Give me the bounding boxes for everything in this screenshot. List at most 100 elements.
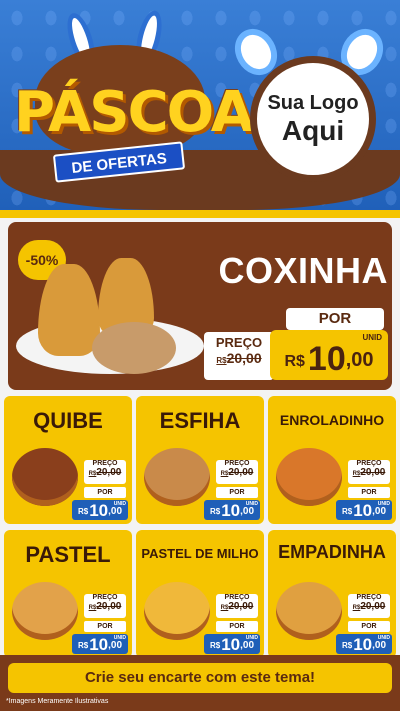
por-label: POR xyxy=(348,487,390,498)
price-cents: ,00 xyxy=(108,640,123,651)
por-label: POR xyxy=(84,621,126,632)
old-price: R$20,00 xyxy=(84,467,126,478)
food-image xyxy=(144,448,210,506)
currency: R$ xyxy=(209,641,221,650)
featured-product[interactable]: -50% COXINHA PREÇO R$20,00 POR UNID R$ 1… xyxy=(8,222,392,390)
new-price: UNID R$ 10,00 xyxy=(204,634,260,654)
card-title: QUIBE xyxy=(33,408,103,433)
card-title: ENROLADINHO xyxy=(279,412,385,428)
old-price-tag: PREÇO R$20,00 xyxy=(84,460,126,484)
unit-label: UNID xyxy=(245,635,258,641)
unit-label: UNID xyxy=(245,501,258,507)
preco-label: PREÇO xyxy=(356,594,382,601)
price-cents: ,00 xyxy=(372,640,387,651)
header-banner: PÁSCOA DE OFERTAS Sua Logo Aqui xyxy=(0,0,400,218)
old-price-tag: PREÇO R$20,00 xyxy=(348,594,390,618)
preco-label: PREÇO xyxy=(224,460,250,467)
price-integer: 10 xyxy=(353,501,373,520)
new-price: UNID R$ 10,00 xyxy=(72,634,128,654)
por-label: POR xyxy=(286,308,384,330)
price-integer: 10 xyxy=(353,635,373,654)
price-integer: 10 xyxy=(89,501,109,520)
currency: R$ xyxy=(341,641,353,650)
logo-line-1: Sua Logo xyxy=(267,91,359,114)
price-integer: 10 xyxy=(221,635,241,654)
food-image xyxy=(12,448,78,506)
old-price-value: 20,00 xyxy=(96,601,122,612)
price-cents: ,00 xyxy=(372,506,387,517)
price-integer: 10 xyxy=(307,340,346,378)
price-integer: 10 xyxy=(221,501,241,520)
new-price: UNID R$ 10,00 xyxy=(336,634,392,654)
price-cents: ,00 xyxy=(240,640,255,651)
new-price: UNID R$ 10,00 xyxy=(72,500,128,520)
preco-label: PREÇO xyxy=(224,594,250,601)
unit-label: UNID xyxy=(377,501,390,507)
preco-label: PREÇO xyxy=(356,460,382,467)
unit-label: UNID xyxy=(113,635,126,641)
product-card[interactable]: PASTEL PREÇO R$20,00 POR UNID R$ 10,00 xyxy=(4,530,132,658)
old-price-value: 20,00 xyxy=(228,601,254,612)
old-price: R$20,00 xyxy=(348,601,390,612)
card-title: ESFIHA xyxy=(159,408,241,433)
por-label: POR xyxy=(348,621,390,632)
currency: R$ xyxy=(341,507,353,516)
product-card[interactable]: EMPADINHA PREÇO R$20,00 POR UNID R$ 10,00 xyxy=(268,530,396,658)
old-price: R$20,00 xyxy=(204,350,274,366)
price-cents: ,00 xyxy=(240,506,255,517)
unit-label: UNID xyxy=(113,501,126,507)
por-label: POR xyxy=(216,621,258,632)
disclaimer: *Imagens Meramente Ilustrativas xyxy=(6,698,109,705)
preco-label: PREÇO xyxy=(92,460,118,467)
coxinha-cut-image xyxy=(92,322,176,374)
product-card[interactable]: QUIBE PREÇO R$20,00 POR UNID R$ 10,00 xyxy=(4,396,132,524)
currency: R$ xyxy=(77,507,89,516)
price-integer: 10 xyxy=(89,635,109,654)
old-price-tag: PREÇO R$20,00 xyxy=(348,460,390,484)
currency: R$ xyxy=(77,641,89,650)
logo-line-2: Aqui xyxy=(281,114,345,146)
yellow-divider xyxy=(0,210,400,218)
old-price-value: 20,00 xyxy=(360,601,386,612)
food-image xyxy=(276,448,342,506)
card-title: PASTEL xyxy=(25,542,111,567)
old-price: R$20,00 xyxy=(84,601,126,612)
price-cents: ,00 xyxy=(345,349,374,371)
new-price: UNID R$ 10,00 xyxy=(204,500,260,520)
currency: R$ xyxy=(209,507,221,516)
product-card[interactable]: ESFIHA PREÇO R$20,00 POR UNID R$ 10,00 xyxy=(136,396,264,524)
old-price-value: 20,00 xyxy=(96,467,122,478)
old-price: R$20,00 xyxy=(216,601,258,612)
preco-label: PREÇO xyxy=(92,594,118,601)
new-price: UNID R$ 10,00 xyxy=(336,500,392,520)
por-label: POR xyxy=(216,487,258,498)
coxinha-image xyxy=(38,264,100,356)
old-currency: R$ xyxy=(216,356,227,365)
old-price-tag: PREÇO R$20,00 xyxy=(84,594,126,618)
product-title: COXINHA xyxy=(218,250,388,291)
old-price: R$20,00 xyxy=(348,467,390,478)
product-card[interactable]: ENROLADINHO PREÇO R$20,00 POR UNID R$ 10,00 xyxy=(268,396,396,524)
new-price: UNID R$ 10 ,00 xyxy=(270,330,388,380)
preco-label: PREÇO xyxy=(215,335,263,350)
currency: R$ xyxy=(284,353,305,370)
food-image xyxy=(144,582,210,640)
old-price-value: 20,00 xyxy=(360,467,386,478)
food-image xyxy=(276,582,342,640)
food-image xyxy=(12,582,78,640)
card-title: PASTEL DE MILHO xyxy=(141,546,259,561)
old-price-value: 20,00 xyxy=(228,467,254,478)
old-price-tag: PREÇO R$20,00 xyxy=(216,594,258,618)
price-cents: ,00 xyxy=(108,506,123,517)
old-price-value: 20,00 xyxy=(226,350,262,366)
old-price: R$20,00 xyxy=(216,467,258,478)
product-card[interactable]: PASTEL DE MILHO PREÇO R$20,00 POR UNID R$ 1… xyxy=(136,530,264,658)
old-price-tag: PREÇO R$20,00 xyxy=(216,460,258,484)
logo-placeholder[interactable]: Sua Logo Aqui xyxy=(250,56,376,182)
page-title: PÁSCOA xyxy=(14,80,254,145)
unit-label: UNID xyxy=(362,333,382,342)
por-label: POR xyxy=(84,487,126,498)
old-price-tag: PREÇO R$20,00 xyxy=(204,332,274,380)
cta-button[interactable]: Crie seu encarte com este tema! xyxy=(8,663,392,693)
unit-label: UNID xyxy=(377,635,390,641)
